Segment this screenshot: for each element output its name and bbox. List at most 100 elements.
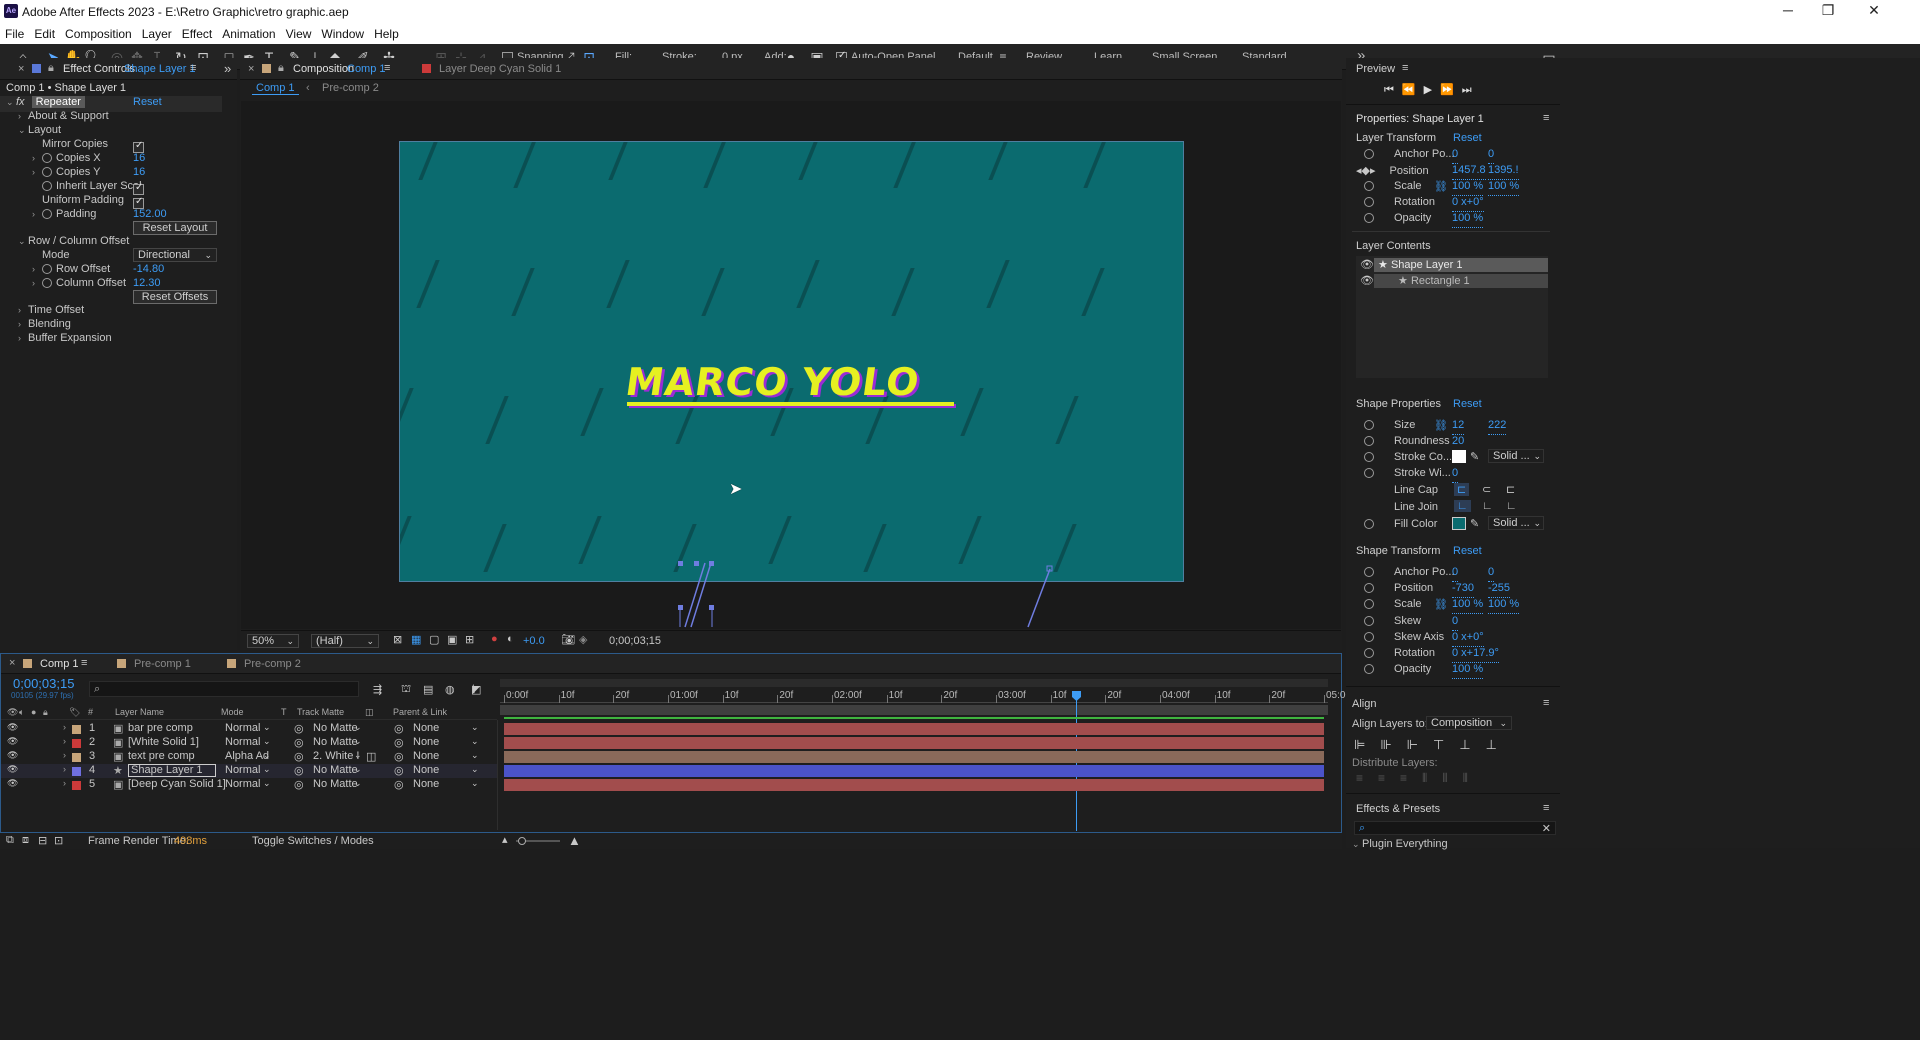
align-right-icon[interactable]: ⊩ [1407, 737, 1433, 752]
zoom-in-icon[interactable]: ▲ [568, 833, 581, 848]
butt-cap-icon[interactable]: ⊏ [1454, 483, 1470, 496]
layer-mode[interactable]: Normal [225, 764, 260, 776]
menu-edit[interactable]: Edit [29, 24, 60, 41]
layer-name[interactable]: bar pre comp [128, 722, 193, 734]
layer-name[interactable]: [Deep Cyan Solid 1] [128, 778, 226, 790]
close-button[interactable]: ✕ [1854, 2, 1894, 22]
chevron-down-icon[interactable]: ⌄ [471, 778, 479, 789]
layer-name[interactable]: text pre comp [128, 750, 195, 762]
st-rotation-value[interactable]: 0 x+17.9° [1452, 647, 1499, 663]
chevron-down-icon[interactable]: ⌄ [263, 722, 271, 733]
timeline-tab-precomp2[interactable]: Pre-comp 2 [244, 658, 301, 670]
reset-layout-button[interactable]: Reset Layout [133, 221, 217, 235]
keyframe-icon[interactable]: ◆ [1362, 165, 1370, 177]
effect-controls-layer[interactable]: Shape Layer 1 [124, 63, 196, 75]
graph-editor-icon[interactable]: ⌇ [471, 683, 476, 696]
clear-search-icon[interactable]: ✕ [1542, 822, 1551, 835]
menu-animation[interactable]: Animation [217, 24, 280, 41]
next-frame-icon[interactable]: ⏩ [1440, 84, 1462, 96]
track-matte-header[interactable]: Track Matte [297, 707, 344, 717]
exposure-value[interactable]: +0.0 [523, 635, 545, 647]
mode-dropdown[interactable]: Directional ⌄ [133, 248, 217, 262]
expand-layer-icon[interactable]: › [63, 764, 66, 774]
distribute-right-icon[interactable]: ⦀ [1463, 771, 1483, 785]
label-column-icon[interactable]: 🏷︎ [69, 707, 80, 718]
stroke-type-dropdown[interactable]: Solid ... ⌄ [1488, 449, 1544, 463]
stroke-color-swatch[interactable] [1452, 450, 1466, 463]
stopwatch-icon[interactable] [1364, 436, 1374, 447]
chevron-down-icon[interactable]: ⌄ [354, 778, 362, 789]
comp-mini-flowchart-icon[interactable]: ⇶ [373, 683, 382, 696]
stopwatch-icon[interactable] [42, 264, 52, 275]
panel-expand-icon[interactable]: » [224, 61, 231, 76]
layer-row[interactable]: 👁︎ › 1 ▣ bar pre comp Normal ⌄ ◎ No Matte ⌄ ◎ None ⌄ [1, 722, 497, 736]
layer-duration-bar[interactable] [504, 723, 1324, 735]
layer-row[interactable]: 👁︎ › 3 ▣ text pre comp Alpha Ad ⌄ ◎ 2. White ! ⌄ ◫… [1, 750, 497, 764]
menu-composition[interactable]: Composition [60, 24, 137, 41]
chevron-down-icon[interactable]: ⌄ [263, 778, 271, 789]
last-frame-icon[interactable]: ⏭ [1462, 84, 1480, 96]
layer-parent[interactable]: None [413, 736, 439, 748]
stopwatch-icon[interactable] [1364, 468, 1374, 479]
pickwhip-icon[interactable]: ◎ [394, 764, 404, 777]
composition-tab-name[interactable]: Comp 1 [347, 63, 386, 75]
layer-name[interactable]: [White Solid 1] [128, 736, 199, 748]
chevron-down-icon[interactable]: ⌄ [263, 736, 271, 747]
st-opacity-value[interactable]: 100 % [1452, 663, 1484, 679]
pickwhip-icon[interactable]: ◎ [394, 750, 404, 763]
layer-mode[interactable]: Normal [225, 736, 260, 748]
composition-canvas[interactable]: MARCO YOLO [399, 141, 1184, 582]
align-center-vertical-icon[interactable]: ⊥ [1459, 737, 1485, 752]
matte-link-icon[interactable]: ◎ [294, 722, 304, 735]
fast-previews-icon[interactable]: ⊠ [393, 633, 402, 646]
layer-label-color[interactable] [72, 739, 81, 748]
menu-effect[interactable]: Effect [177, 24, 217, 41]
chevron-down-icon[interactable]: ⌄ [263, 764, 271, 775]
shape-path-handles[interactable] [671, 557, 1071, 629]
stopwatch-icon[interactable] [1364, 632, 1374, 643]
layer-track-matte[interactable]: 2. White ! [313, 750, 359, 762]
layer-mode[interactable]: Normal [225, 778, 260, 790]
logo-text[interactable]: MARCO YOLO [623, 360, 923, 404]
position-x-value[interactable]: 1457.8 [1452, 164, 1486, 180]
composition-tab[interactable]: Composition [293, 63, 354, 75]
expand-layer-icon[interactable]: › [63, 736, 66, 746]
layer-parent[interactable]: None [413, 722, 439, 734]
stopwatch-icon[interactable] [1364, 567, 1374, 578]
eye-icon[interactable]: 👁︎ [1360, 258, 1374, 271]
pickwhip-icon[interactable]: ◎ [394, 778, 404, 791]
layer-label-color[interactable] [72, 781, 81, 790]
size-y-value[interactable]: 222 [1488, 419, 1507, 435]
layer-duration-bar[interactable] [504, 751, 1324, 763]
roundness-value[interactable]: 20 [1452, 435, 1465, 451]
expand-layer-icon[interactable]: › [63, 750, 66, 760]
play-icon[interactable]: ▶ [1424, 84, 1440, 96]
matte-alpha-icon[interactable]: ◫ [366, 750, 376, 763]
chevron-down-icon[interactable]: ⌄ [471, 764, 479, 775]
round-cap-icon[interactable]: ⊂ [1482, 483, 1491, 496]
align-top-icon[interactable]: ⊤ [1433, 737, 1459, 752]
scale-y-value[interactable]: 100 % [1488, 180, 1520, 196]
st-anchor-x-value[interactable]: 0 [1452, 566, 1459, 582]
expand-transfer-controls-icon[interactable]: ⧈ [22, 834, 29, 847]
layer-track-matte[interactable]: No Matte [313, 722, 358, 734]
viewer-timecode[interactable]: 0;00;03;15 [609, 635, 661, 647]
work-area-bar[interactable] [500, 679, 1328, 687]
distribute-bottom-icon[interactable]: ≡ [1400, 771, 1422, 785]
layer-parent[interactable]: None [413, 778, 439, 790]
layer-name-header[interactable]: Layer Name [115, 707, 164, 717]
shy-layers-icon[interactable]: ▤ [423, 683, 433, 696]
position-y-value[interactable]: 1395.! [1488, 164, 1519, 180]
chevron-down-icon[interactable]: ⌄ [471, 750, 479, 761]
stopwatch-icon[interactable] [1364, 648, 1374, 659]
fx-icon[interactable]: fx [16, 96, 25, 108]
eyedropper-icon[interactable]: ✎ [1470, 517, 1479, 530]
grid-guides-icon[interactable]: ⊞ [465, 633, 474, 646]
layer-row[interactable]: 👁︎ › 2 ▣ [White Solid 1] Normal ⌄ ◎ No Matte ⌄ ◎ No… [1, 736, 497, 750]
st-anchor-y-value[interactable]: 0 [1488, 566, 1495, 582]
panel-menu-icon[interactable]: ≡ [1543, 112, 1549, 124]
timeline-tab-comp1[interactable]: Comp 1 [40, 658, 79, 670]
layer-label-color[interactable] [72, 725, 81, 734]
stopwatch-icon[interactable] [1364, 583, 1374, 594]
lock-column-icon[interactable]: 🔒︎ [43, 707, 48, 718]
